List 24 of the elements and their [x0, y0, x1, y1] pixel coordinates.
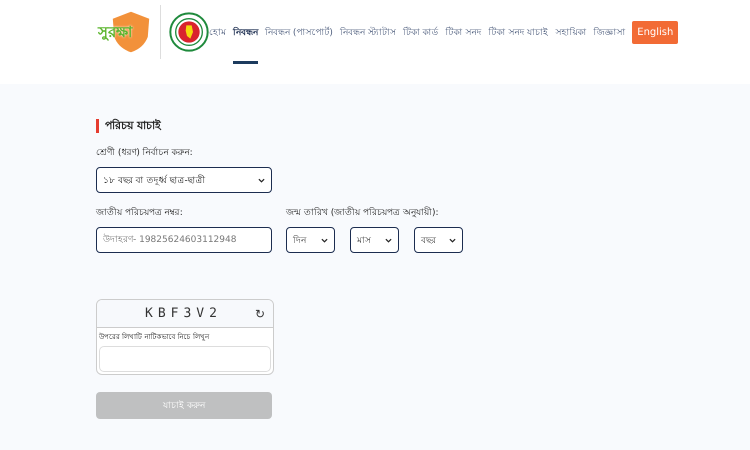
- field-label: জাতীয় পরিচয়পত্র নম্বর:: [96, 206, 184, 220]
- nav-link[interactable]: সহায়িকা: [555, 0, 586, 64]
- nav-link[interactable]: নিবন্ধন (পাসপোর্ট): [265, 0, 333, 64]
- captcha-input-field[interactable]: [99, 346, 271, 372]
- chevron-down-icon: [321, 238, 328, 242]
- category-select[interactable]: ১৮ বছর বা তদূর্ধ্ব ছাত্র-ছাত্রী: [96, 167, 272, 193]
- section-title: পরিচয় যাচাই: [96, 119, 750, 133]
- nav-link[interactable]: জিজ্ঞাসা: [593, 0, 626, 64]
- date-select[interactable]: বছর: [414, 227, 463, 253]
- nav-link[interactable]: টিকা কার্ড: [402, 0, 439, 64]
- nav-link[interactable]: হোম: [209, 0, 226, 64]
- chevron-down-icon: [385, 238, 392, 242]
- nid-input-field[interactable]: উদাহরণ- 19825624603112948: [96, 227, 272, 253]
- nav-link[interactable]: টিকা সনদ যাচাই: [488, 0, 548, 64]
- date-select[interactable]: মাস: [350, 227, 399, 253]
- field-label: জন্ম তারিখ (জাতীয় পরিচয়পত্র অনুযায়ী):: [286, 206, 440, 220]
- emblem-icon: [169, 12, 209, 52]
- nav-link[interactable]: নিবন্ধন স্ট্যাটাস: [340, 0, 396, 64]
- nav-link[interactable]: টিকা সনদ: [446, 0, 482, 64]
- captcha-text: KBF3V2: [145, 306, 222, 321]
- chevron-down-icon: [449, 238, 456, 242]
- field-label: শ্রেণী (ধরণ) নির্বাচন করুন:: [96, 146, 194, 160]
- chevron-down-icon: [258, 178, 265, 182]
- date-select[interactable]: দিন: [286, 227, 335, 253]
